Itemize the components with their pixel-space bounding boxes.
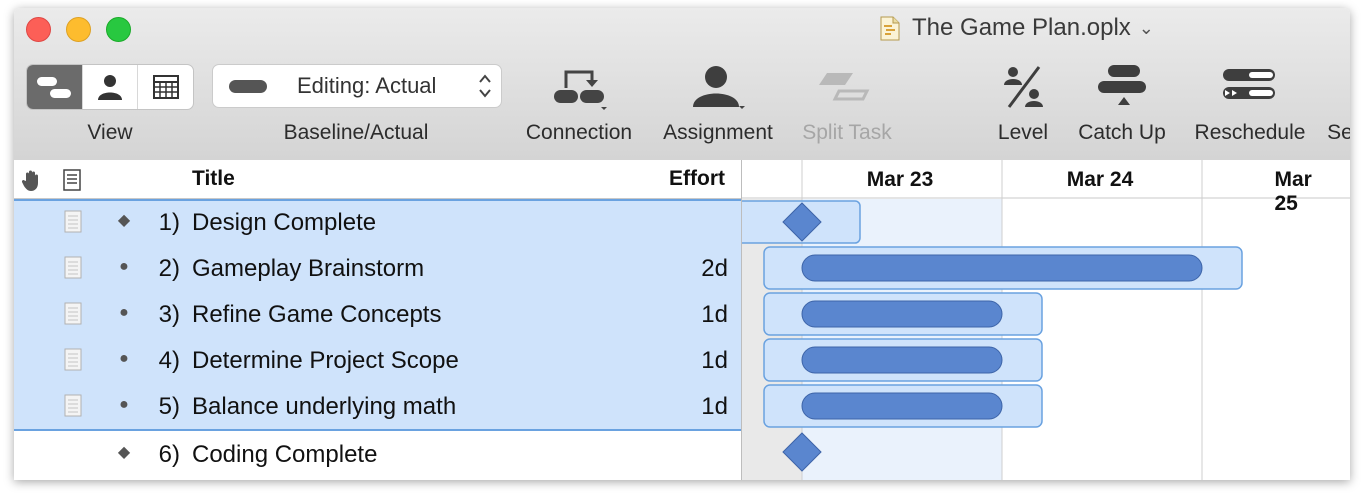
catch-up-button[interactable] — [1090, 63, 1154, 111]
outline-row[interactable]: ● 2) Gameplay Brainstorm 2d — [14, 245, 741, 291]
row-effort[interactable]: 1d — [701, 347, 728, 375]
outline-row[interactable]: ● 4) Determine Project Scope 1d — [14, 337, 741, 383]
row-title[interactable]: Design Complete — [192, 209, 376, 237]
toolbar: The Game Plan.oplx ⌄ View Editing: Actua… — [14, 8, 1350, 161]
task-bar[interactable] — [801, 346, 1003, 374]
catch-up-icon — [1098, 65, 1146, 105]
title-column-header[interactable]: Title — [192, 167, 235, 191]
row-number: 5) — [158, 393, 180, 420]
minimize-window-button[interactable] — [66, 17, 91, 42]
task-bar[interactable] — [801, 300, 1003, 328]
catch-up-label: Catch Up — [1078, 121, 1166, 144]
milestone-marker-icon: ◆ — [117, 212, 131, 229]
reschedule-button[interactable] — [1218, 63, 1282, 111]
connection-button[interactable] — [544, 63, 614, 111]
gantt-view-button[interactable] — [27, 65, 83, 109]
level-icon — [1004, 66, 1043, 108]
resource-view-button[interactable] — [83, 65, 139, 109]
app-window: The Game Plan.oplx ⌄ View Editing: Actua… — [14, 8, 1350, 480]
assignment-label: Assignment — [663, 121, 773, 144]
milestone-marker-icon: ◆ — [117, 444, 131, 461]
person-assignment-icon — [693, 66, 745, 109]
stepper-arrows-icon — [479, 74, 491, 98]
row-number: 4) — [158, 347, 180, 374]
note-icon[interactable] — [64, 394, 82, 417]
chevron-down-icon: ⌄ — [1138, 17, 1154, 38]
task-bar[interactable] — [801, 254, 1203, 282]
task-marker-icon: ● — [119, 350, 129, 367]
row-number: 3) — [158, 301, 180, 328]
outline-row[interactable]: ◆ 1) Design Complete — [14, 199, 741, 245]
assignment-button[interactable] — [686, 63, 754, 111]
pill-icon — [229, 80, 267, 93]
document-icon — [880, 16, 900, 40]
row-effort[interactable]: 2d — [701, 255, 728, 283]
hand-icon[interactable] — [20, 168, 44, 192]
effort-column-header[interactable]: Effort — [669, 167, 725, 191]
row-title[interactable]: Balance underlying math — [192, 393, 456, 421]
level-button[interactable] — [998, 63, 1048, 111]
row-number: 1) — [158, 209, 180, 236]
outline-header: Title Effort — [14, 160, 741, 199]
outline-row[interactable]: ● 5) Balance underlying math 1d — [14, 383, 741, 429]
view-label: View — [87, 121, 133, 144]
row-number: 6) — [158, 441, 180, 468]
row-effort[interactable]: 1d — [701, 393, 728, 421]
gantt-chart — [742, 160, 1350, 480]
close-window-button[interactable] — [26, 17, 51, 42]
note-column-icon[interactable] — [63, 169, 81, 191]
grid-icon — [152, 75, 179, 99]
baseline-actual-label: Baseline/Actual — [283, 121, 429, 144]
reschedule-label: Reschedule — [1194, 121, 1306, 144]
row-title[interactable]: Coding Complete — [192, 441, 377, 469]
date-header: Mar 23 — [866, 168, 934, 191]
row-number: 2) — [158, 255, 180, 282]
note-icon[interactable] — [64, 256, 82, 279]
outline-row[interactable]: ◆ 6) Coding Complete — [14, 431, 741, 477]
split-task-icon — [819, 73, 870, 101]
task-marker-icon: ● — [119, 258, 129, 275]
note-icon[interactable] — [64, 210, 82, 233]
gantt-pane: Mar 23 Mar 24 Mar 25 — [741, 160, 1350, 480]
baseline-value: Editing: Actual — [297, 73, 437, 98]
split-task-label: Split Task — [802, 121, 892, 144]
row-effort[interactable]: 1d — [701, 301, 728, 329]
date-header: Mar 25 — [1274, 168, 1312, 215]
outline-pane: Title Effort ◆ 1) Design Complete ● 2) G… — [14, 160, 741, 480]
baseline-actual-select[interactable]: Editing: Actual — [212, 64, 502, 108]
split-task-button[interactable] — [814, 63, 880, 111]
row-title[interactable]: Refine Game Concepts — [192, 301, 441, 329]
person-icon — [98, 75, 122, 100]
note-icon[interactable] — [64, 302, 82, 325]
truncated-toolbar-label: Se — [1327, 121, 1350, 144]
task-marker-icon: ● — [119, 304, 129, 321]
note-icon[interactable] — [64, 348, 82, 371]
zoom-window-button[interactable] — [106, 17, 131, 42]
view-segmented-control — [26, 64, 194, 110]
level-label: Level — [997, 121, 1049, 144]
gantt-view-icon — [37, 77, 72, 98]
date-header: Mar 24 — [1066, 168, 1134, 191]
document-title: The Game Plan.oplx — [912, 14, 1131, 41]
task-bar[interactable] — [801, 392, 1003, 420]
row-title[interactable]: Determine Project Scope — [192, 347, 459, 375]
task-marker-icon: ● — [119, 396, 129, 413]
row-title[interactable]: Gameplay Brainstorm — [192, 255, 424, 283]
calendar-view-button[interactable] — [138, 65, 193, 109]
window-title[interactable]: The Game Plan.oplx ⌄ — [880, 14, 1154, 42]
connection-label: Connection — [525, 121, 633, 144]
connection-icon — [554, 70, 607, 110]
outline-row[interactable]: ● 3) Refine Game Concepts 1d — [14, 291, 741, 337]
reschedule-icon — [1223, 69, 1275, 99]
